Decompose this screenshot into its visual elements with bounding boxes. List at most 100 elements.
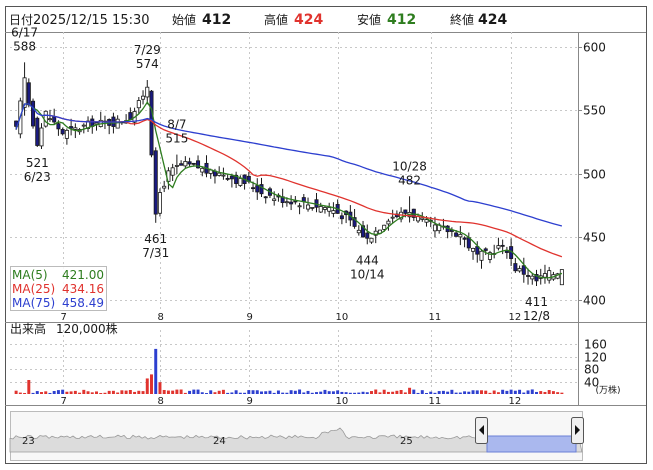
volume-bar <box>331 391 335 394</box>
volume-bar <box>90 392 94 394</box>
volume-bar <box>251 390 255 394</box>
candle-body <box>327 207 332 212</box>
close-value: 424 <box>478 12 507 28</box>
candle-body <box>170 167 175 176</box>
candle-body <box>157 192 162 214</box>
candle-body <box>136 100 141 109</box>
candle-body <box>174 165 179 167</box>
high-label: 高値 <box>264 12 288 27</box>
ma25-line <box>49 114 563 258</box>
candle-body <box>479 250 484 261</box>
volume-bar <box>205 393 208 394</box>
candle-body <box>462 237 467 240</box>
candle-body <box>47 118 52 121</box>
volume-bar <box>183 392 187 394</box>
volume-bar <box>471 390 475 394</box>
price-tick-label: 600 <box>583 41 606 55</box>
volume-bar <box>348 392 352 394</box>
candle-body <box>475 246 480 255</box>
volume-bar <box>416 392 420 394</box>
volume-month-tick-label: 12 <box>509 396 522 407</box>
volume-bar <box>154 348 158 394</box>
volume-axis-unit: (万株) <box>595 384 620 396</box>
volume-bar <box>293 390 297 394</box>
annotation-high-date: 6/17 <box>11 25 38 39</box>
navigator-year-label: 24 <box>213 436 226 447</box>
volume-bar <box>560 392 564 394</box>
candle-body <box>81 124 86 127</box>
ma-legend-value: 434.16 <box>62 282 104 296</box>
candle-body <box>43 110 48 127</box>
annotation-high-date: 7/29 <box>134 43 161 57</box>
volume-bar <box>319 391 323 394</box>
candle-body <box>183 161 188 167</box>
volume-bar <box>200 392 204 394</box>
annotation-high-date: 8/7 <box>167 118 186 132</box>
volume-bar <box>365 392 369 394</box>
volume-bar <box>454 392 458 394</box>
annotation-high-value: 588 <box>13 39 36 53</box>
volume-bar <box>395 390 399 394</box>
candle-body <box>238 178 243 186</box>
volume-bar <box>56 390 60 394</box>
volume-bar <box>230 392 234 394</box>
volume-bar <box>52 391 56 394</box>
volume-bar <box>496 392 500 394</box>
volume-bar <box>150 374 153 394</box>
candle-body <box>289 201 294 205</box>
volume-bar <box>433 392 437 394</box>
volume-bar <box>535 391 538 394</box>
volume-bar <box>73 390 77 394</box>
volume-bar <box>281 392 285 394</box>
volume-label: 出来高 <box>10 321 46 336</box>
volume-bar <box>492 390 496 394</box>
candle-body <box>191 162 196 165</box>
volume-bar <box>158 382 162 394</box>
candle-body <box>255 185 260 193</box>
ma-legend-label: MA(25) <box>12 282 55 296</box>
candle-body <box>153 150 158 215</box>
candle-body <box>39 127 44 147</box>
volume-bar <box>272 392 276 394</box>
annotation-low-value: 411 <box>525 295 548 309</box>
volume-bar <box>31 392 35 394</box>
candle-body <box>56 123 61 130</box>
candle-body <box>306 204 311 210</box>
volume-bar <box>234 390 238 394</box>
volume-bar <box>238 392 242 394</box>
candle-body <box>513 263 518 272</box>
volume-bar <box>141 391 145 394</box>
volume-tick-label: 160 <box>584 338 607 352</box>
volume-bar <box>175 389 179 394</box>
volume-bar <box>425 392 428 394</box>
volume-bar <box>14 390 18 394</box>
volume-bar <box>382 389 386 394</box>
high-value: 424 <box>294 12 323 28</box>
volume-bar <box>378 392 382 394</box>
candle-body <box>263 196 268 199</box>
volume-bar <box>450 389 454 394</box>
volume-bar <box>247 390 251 394</box>
volume-bar <box>217 390 221 394</box>
volume-bar <box>336 390 340 394</box>
candle-body <box>483 248 488 251</box>
volume-bar <box>27 380 31 394</box>
volume-bar <box>86 391 90 394</box>
candle-body <box>331 210 336 214</box>
candle-body <box>559 269 564 286</box>
volume-unit-label: 120,000株 <box>56 321 118 336</box>
volume-bar <box>116 392 120 394</box>
volume-bar <box>306 390 310 394</box>
candle-body <box>356 229 361 234</box>
candle-body <box>369 237 374 243</box>
candle-body <box>432 224 437 232</box>
volume-bar <box>255 390 259 394</box>
volume-bar <box>78 392 82 394</box>
volume-bar <box>547 390 551 394</box>
volume-bar <box>23 392 27 394</box>
candle-body <box>221 174 226 177</box>
volume-bar <box>522 392 526 394</box>
candle-body <box>284 201 289 204</box>
candle-body <box>145 86 150 98</box>
candle-body <box>225 178 230 180</box>
